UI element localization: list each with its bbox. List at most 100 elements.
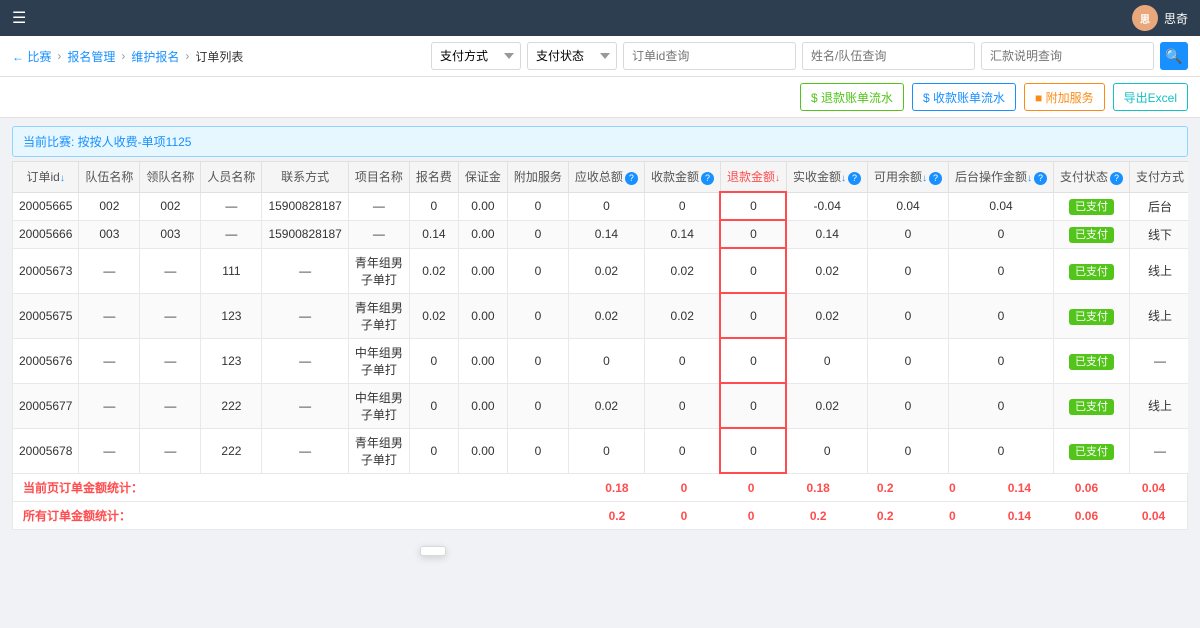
table-cell: 中年组男子单打 bbox=[348, 338, 409, 383]
table-cell: 0 bbox=[507, 248, 568, 293]
breadcrumb-registration[interactable]: 报名管理 bbox=[67, 48, 115, 65]
stats-label: 当前页订单金额统计： bbox=[13, 479, 248, 496]
table-cell: 0 bbox=[644, 383, 720, 428]
sep1: › bbox=[57, 49, 61, 63]
th-receivable: 应收总额? bbox=[568, 162, 644, 193]
sep2: › bbox=[121, 49, 125, 63]
remark-input[interactable] bbox=[981, 42, 1154, 70]
table-cell: — bbox=[140, 428, 201, 473]
table-cell: 0 bbox=[568, 338, 644, 383]
table-cell: 0 bbox=[568, 428, 644, 473]
table-cell: 20005678 bbox=[13, 428, 79, 473]
table-cell: — bbox=[140, 248, 201, 293]
hamburger-icon[interactable]: ☰ bbox=[12, 8, 26, 28]
table-cell: 20005665 bbox=[13, 192, 79, 220]
table-cell: — bbox=[262, 338, 348, 383]
table-cell: 0 bbox=[949, 383, 1054, 428]
breadcrumb-maintain[interactable]: 维护报名 bbox=[131, 48, 179, 65]
add-service-button[interactable]: ■ 附加服务 bbox=[1024, 83, 1105, 111]
table-cell: — bbox=[140, 383, 201, 428]
back-button[interactable]: ← 比赛 bbox=[12, 48, 51, 65]
table-cell: 0 bbox=[409, 383, 458, 428]
refund-flow-button[interactable]: $ 退款账单流水 bbox=[800, 83, 904, 111]
table-cell: 0.00 bbox=[458, 293, 507, 338]
table-cell: 0 bbox=[949, 338, 1054, 383]
table-cell: 0 bbox=[720, 192, 786, 220]
sep3: › bbox=[185, 49, 189, 63]
table-cell: — bbox=[1130, 338, 1188, 383]
top-bar: ☰ 思 思奇 bbox=[0, 0, 1200, 36]
table-cell: 0.02 bbox=[786, 383, 867, 428]
table-cell: 0 bbox=[507, 383, 568, 428]
table-cell: -0.04 bbox=[786, 192, 867, 220]
table-cell: 0 bbox=[720, 293, 786, 338]
table-cell: 20005673 bbox=[13, 248, 79, 293]
stat-value: 0.18 bbox=[583, 481, 650, 495]
table-cell: — bbox=[262, 428, 348, 473]
table-cell: 已支付 bbox=[1054, 248, 1130, 293]
table-cell: — bbox=[201, 192, 262, 220]
th-collected: 收款金额? bbox=[644, 162, 720, 193]
table-cell: 003 bbox=[79, 220, 140, 248]
table-row: 20005675——123—青年组男子单打0.020.0000.020.0200… bbox=[13, 293, 1189, 338]
stats-row: 当前页订单金额统计：0.18000.180.200.140.060.04 bbox=[12, 474, 1188, 502]
breadcrumb-bar: ← 比赛 › 报名管理 › 维护报名 › 订单列表 支付方式 支付状态 🔍 bbox=[0, 36, 1200, 77]
table-cell: 已支付 bbox=[1054, 338, 1130, 383]
table-row: 20005677——222—中年组男子单打00.0000.02000.0200已… bbox=[13, 383, 1189, 428]
table-cell: 中年组男子单打 bbox=[348, 383, 409, 428]
team-name-input[interactable] bbox=[802, 42, 975, 70]
table-cell: 已支付 bbox=[1054, 383, 1130, 428]
table-cell: 222 bbox=[201, 428, 262, 473]
table-cell: 222 bbox=[201, 383, 262, 428]
stat-value: 0.04 bbox=[1120, 481, 1187, 495]
table-cell: 0 bbox=[949, 248, 1054, 293]
table-cell: 0 bbox=[507, 428, 568, 473]
table-cell: 20005675 bbox=[13, 293, 79, 338]
table-cell: 0 bbox=[409, 192, 458, 220]
table-cell: 0 bbox=[949, 293, 1054, 338]
table-header-row: 订单id↓ 队伍名称 领队名称 人员名称 联系方式 项目名称 报名费 保证金 附… bbox=[13, 162, 1189, 193]
table-cell: 0 bbox=[507, 338, 568, 383]
table-cell: 0 bbox=[720, 428, 786, 473]
stat-value: 0.2 bbox=[852, 481, 919, 495]
table-cell: 0 bbox=[867, 248, 948, 293]
stats-row: 所有订单金额统计：0.2000.20.200.140.060.04 bbox=[12, 502, 1188, 530]
table-cell: 111 bbox=[201, 248, 262, 293]
stat-value: 0 bbox=[650, 481, 717, 495]
table-cell: — bbox=[201, 220, 262, 248]
table-cell: 后台 bbox=[1130, 192, 1188, 220]
table-cell: 青年组男子单打 bbox=[348, 248, 409, 293]
income-flow-button[interactable]: $ 收款账单流水 bbox=[912, 83, 1016, 111]
status-badge: 已支付 bbox=[1069, 354, 1114, 370]
table-cell: 0.00 bbox=[458, 192, 507, 220]
table-cell: 15900828187 bbox=[262, 220, 348, 248]
stat-value: 0.14 bbox=[986, 481, 1053, 495]
action-bar: $ 退款账单流水 $ 收款账单流水 ■ 附加服务 导出Excel bbox=[0, 77, 1200, 118]
table-cell: 0.02 bbox=[786, 293, 867, 338]
payment-method-select[interactable]: 支付方式 bbox=[431, 42, 521, 70]
th-actual: 实收金额↓? bbox=[786, 162, 867, 193]
th-member-name: 人员名称 bbox=[201, 162, 262, 193]
table-cell: — bbox=[140, 293, 201, 338]
table-cell: 0.02 bbox=[568, 248, 644, 293]
filter-group: 支付方式 支付状态 🔍 bbox=[431, 42, 1188, 70]
order-id-input[interactable] bbox=[623, 42, 796, 70]
th-project: 项目名称 bbox=[348, 162, 409, 193]
table-cell: 0 bbox=[644, 428, 720, 473]
stat-value: 0 bbox=[650, 509, 717, 523]
stat-value: 0.14 bbox=[986, 509, 1053, 523]
table-cell: — bbox=[262, 248, 348, 293]
table-cell: 已支付 bbox=[1054, 220, 1130, 248]
table-cell: 0.00 bbox=[458, 338, 507, 383]
table-cell: 已支付 bbox=[1054, 428, 1130, 473]
stat-value: 0.2 bbox=[785, 509, 852, 523]
status-badge: 已支付 bbox=[1069, 227, 1114, 243]
table-cell: 123 bbox=[201, 338, 262, 383]
payment-status-select[interactable]: 支付状态 bbox=[527, 42, 617, 70]
table-cell: 线下 bbox=[1130, 220, 1188, 248]
search-button[interactable]: 🔍 bbox=[1160, 42, 1188, 70]
table-cell: — bbox=[262, 293, 348, 338]
stat-value: 0.06 bbox=[1053, 509, 1120, 523]
table-cell: 已支付 bbox=[1054, 293, 1130, 338]
export-excel-button[interactable]: 导出Excel bbox=[1113, 83, 1188, 111]
